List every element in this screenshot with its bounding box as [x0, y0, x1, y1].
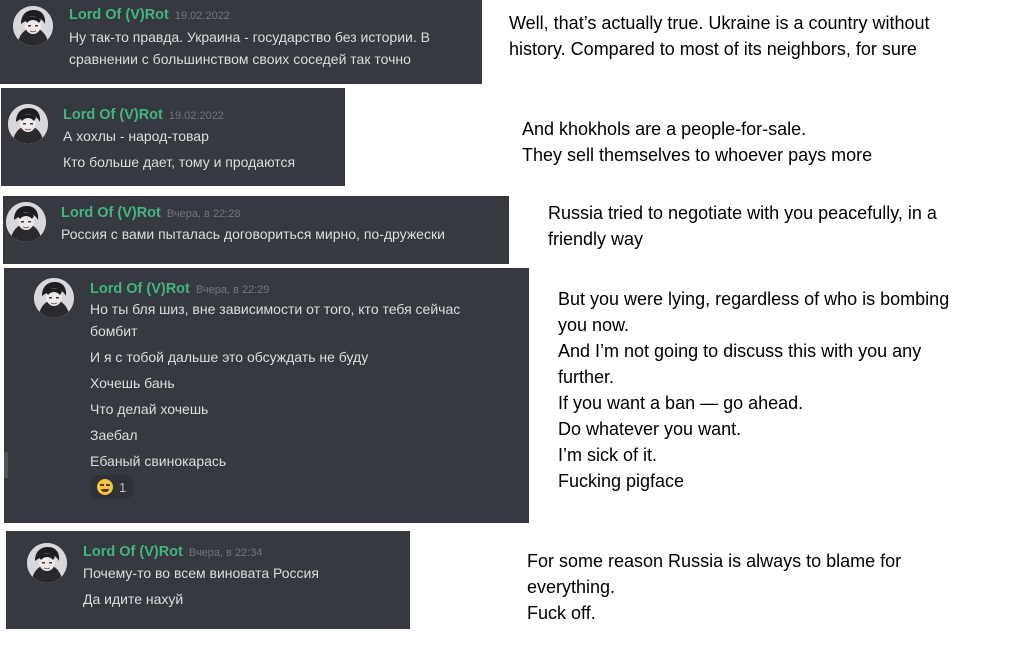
- message-line: Почему-то во всем виновата Россия: [83, 565, 319, 581]
- message-card-5: Lord Of (V)Rot Вчера, в 22:34 Почему-то в…: [6, 531, 410, 629]
- scroll-marker: [4, 452, 8, 478]
- author-name[interactable]: Lord Of (V)Rot: [83, 544, 183, 560]
- translation-line: And khokhols are a people-for-sale.: [522, 119, 807, 139]
- message-timestamp: Вчера, в 22:28: [166, 208, 241, 220]
- message-card-3: Lord Of (V)Rot Вчера, в 22:28 Россия с ва…: [3, 196, 509, 264]
- translation-line: friendly way: [548, 229, 644, 249]
- reaction-button[interactable]: 1: [90, 475, 134, 499]
- message-line: Но ты бля шиз, вне зависимости от того, …: [90, 301, 461, 317]
- translation-line: Fuck off.: [527, 603, 596, 623]
- message-card-1: Lord Of (V)Rot 19.02.2022 Ну так-то правд…: [0, 0, 482, 84]
- reaction-count: 1: [119, 479, 127, 495]
- author-name[interactable]: Lord Of (V)Rot: [61, 205, 161, 221]
- message-line: Что делай хочешь: [90, 401, 209, 417]
- translation-line: further.: [558, 367, 615, 387]
- message-timestamp: 19.02.2022: [174, 10, 230, 22]
- message-line: Россия с вами пыталась договориться мирн…: [61, 226, 445, 242]
- message-line: Ебаный свинокарась: [90, 453, 227, 469]
- translation-line: history. Compared to most of its neighbo…: [509, 39, 917, 59]
- message-line: Кто больше дает, тому и продаются: [63, 154, 296, 170]
- message-card-4: Lord Of (V)Rot Вчера, в 22:29 Но ты бля ш…: [4, 268, 529, 523]
- translation-line: If you want a ban — go ahead.: [558, 393, 804, 413]
- translation-line: Fucking pigface: [558, 471, 685, 491]
- avatar[interactable]: [34, 278, 74, 318]
- translation-line: you now.: [558, 315, 630, 335]
- avatar[interactable]: [27, 543, 67, 583]
- message-line: бомбит: [90, 323, 138, 339]
- message-timestamp: Вчера, в 22:34: [188, 547, 263, 559]
- grimacing-face-icon: [97, 479, 113, 495]
- translation-line: Russia tried to negotiate with you peace…: [548, 203, 937, 223]
- message-line: Заебал: [90, 427, 138, 443]
- author-name[interactable]: Lord Of (V)Rot: [69, 7, 169, 23]
- message-line: И я с тобой дальше это обсуждать не буду: [90, 349, 369, 365]
- author-name[interactable]: Lord Of (V)Rot: [63, 107, 163, 123]
- message-line: А хохлы - народ-товар: [63, 128, 209, 144]
- author-name[interactable]: Lord Of (V)Rot: [90, 281, 190, 297]
- message-timestamp: 19.02.2022: [168, 110, 224, 122]
- avatar[interactable]: [8, 104, 48, 144]
- translation-line: They sell themselves to whoever pays mor…: [522, 145, 873, 165]
- message-line: Да идите нахуй: [83, 591, 184, 607]
- translation-line: Do whatever you want.: [558, 419, 742, 439]
- message-line: Ну так-то правда. Украина - государство …: [69, 29, 430, 45]
- message-card-2: Lord Of (V)Rot 19.02.2022 А хохлы - народ…: [1, 88, 345, 186]
- translation-line: And I’m not going to discuss this with y…: [558, 341, 922, 361]
- translation-line: I’m sick of it.: [558, 445, 658, 465]
- avatar[interactable]: [6, 202, 46, 242]
- message-timestamp: Вчера, в 22:29: [195, 284, 270, 296]
- translation-line: For some reason Russia is always to blam…: [527, 551, 902, 571]
- translation-line: Well, that’s actually true. Ukraine is a…: [509, 13, 930, 33]
- translation-line: But you were lying, regardless of who is…: [558, 289, 950, 309]
- message-line: сравнении с большинством своих соседей т…: [69, 51, 411, 67]
- translation-line: everything.: [527, 577, 616, 597]
- avatar[interactable]: [13, 6, 53, 46]
- message-line: Хочешь бань: [90, 375, 175, 391]
